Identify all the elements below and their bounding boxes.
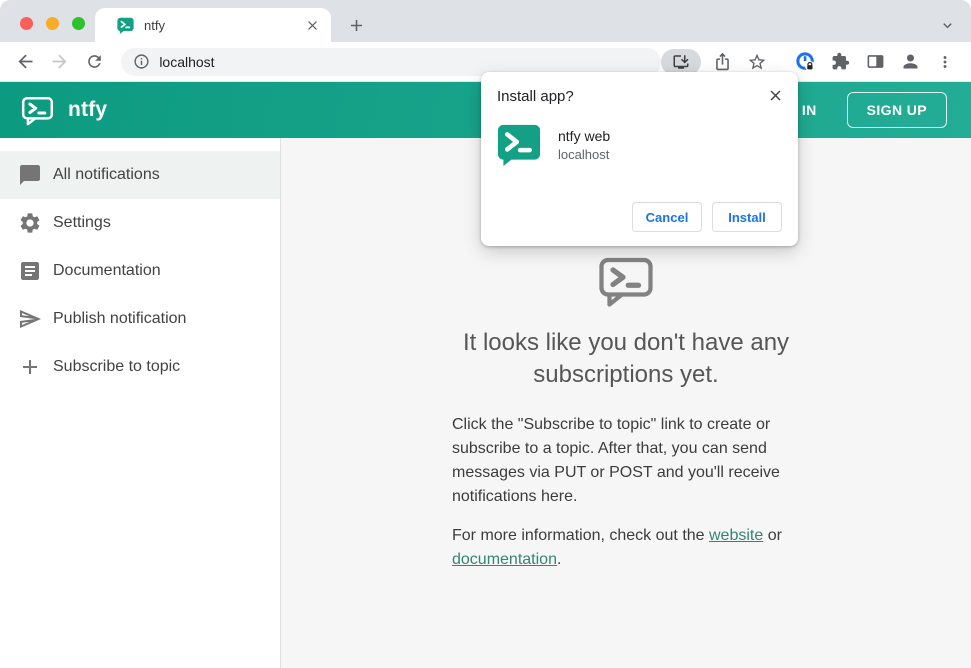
new-tab-button[interactable] [343, 12, 369, 38]
empty-state-more-info: For more information, check out the webs… [452, 524, 800, 572]
privacy-extension-icon[interactable] [791, 48, 819, 76]
sidebar-item-all-notifications[interactable]: All notifications [0, 151, 280, 199]
sidebar: All notifications Settings Documentation… [0, 138, 281, 668]
empty-state-paragraph: Click the "Subscribe to topic" link to c… [452, 416, 780, 505]
sidebar-item-label: All notifications [53, 166, 160, 183]
sign-up-button[interactable]: SIGN UP [846, 92, 947, 128]
website-link[interactable]: website [709, 527, 763, 544]
browser-tab[interactable]: ntfy [95, 8, 331, 42]
sidebar-item-publish-notification[interactable]: Publish notification [0, 295, 280, 343]
reload-icon[interactable] [81, 48, 107, 76]
dialog-title: Install app? [497, 88, 574, 105]
sidebar-item-label: Subscribe to topic [53, 358, 181, 375]
gear-icon [18, 211, 42, 235]
side-panel-icon[interactable] [861, 48, 889, 76]
ntfy-app-icon [497, 123, 541, 167]
window-controls [20, 17, 85, 30]
tab-close-icon[interactable] [303, 16, 321, 34]
sidebar-item-documentation[interactable]: Documentation [0, 247, 280, 295]
documentation-link[interactable]: documentation [452, 551, 557, 568]
extensions-puzzle-icon[interactable] [826, 48, 854, 76]
close-button[interactable] [20, 17, 33, 30]
dialog-close-icon[interactable] [764, 84, 786, 106]
forward-icon[interactable] [46, 48, 72, 76]
site-info-icon[interactable] [133, 53, 150, 70]
install-app-dialog: Install app? ntfy web localhost Cancel I… [481, 72, 798, 246]
tab-strip: ntfy [0, 0, 971, 42]
zoom-button[interactable] [72, 17, 85, 30]
ntfy-favicon-icon [117, 17, 134, 34]
brand: ntfy [20, 93, 107, 128]
ntfy-logo-icon [20, 93, 55, 128]
more-info-text: For more information, check out the [452, 527, 709, 544]
tab-title: ntfy [144, 17, 165, 33]
sidebar-item-label: Settings [53, 214, 111, 231]
empty-state-heading: It looks like you don't have any subscri… [462, 329, 790, 388]
minimize-button[interactable] [46, 17, 59, 30]
address-text: localhost [159, 53, 215, 70]
sidebar-item-label: Documentation [53, 262, 161, 279]
more-info-text: . [556, 551, 562, 568]
browser-window: ntfy localhost ntfy IN SIGN UP All notif… [0, 0, 971, 668]
tab-search-chevron-icon[interactable] [935, 13, 959, 37]
profile-avatar-icon[interactable] [896, 48, 924, 76]
browser-menu-icon[interactable] [931, 48, 959, 76]
cancel-button[interactable]: Cancel [632, 202, 702, 232]
app-name: ntfy web [558, 128, 611, 144]
article-icon [18, 259, 42, 283]
sidebar-item-settings[interactable]: Settings [0, 199, 280, 247]
ntfy-watermark-icon [594, 251, 658, 311]
install-app-icon[interactable] [661, 48, 701, 75]
sidebar-item-subscribe-to-topic[interactable]: Subscribe to topic [0, 343, 280, 391]
plus-icon [18, 355, 42, 379]
app-origin: localhost [558, 147, 610, 162]
install-button[interactable]: Install [712, 202, 782, 232]
send-icon [18, 307, 42, 331]
back-icon[interactable] [12, 48, 38, 76]
brand-name: ntfy [68, 98, 108, 121]
chat-bubble-icon [18, 163, 42, 187]
more-info-text: or [763, 527, 782, 544]
sidebar-item-label: Publish notification [53, 310, 187, 327]
